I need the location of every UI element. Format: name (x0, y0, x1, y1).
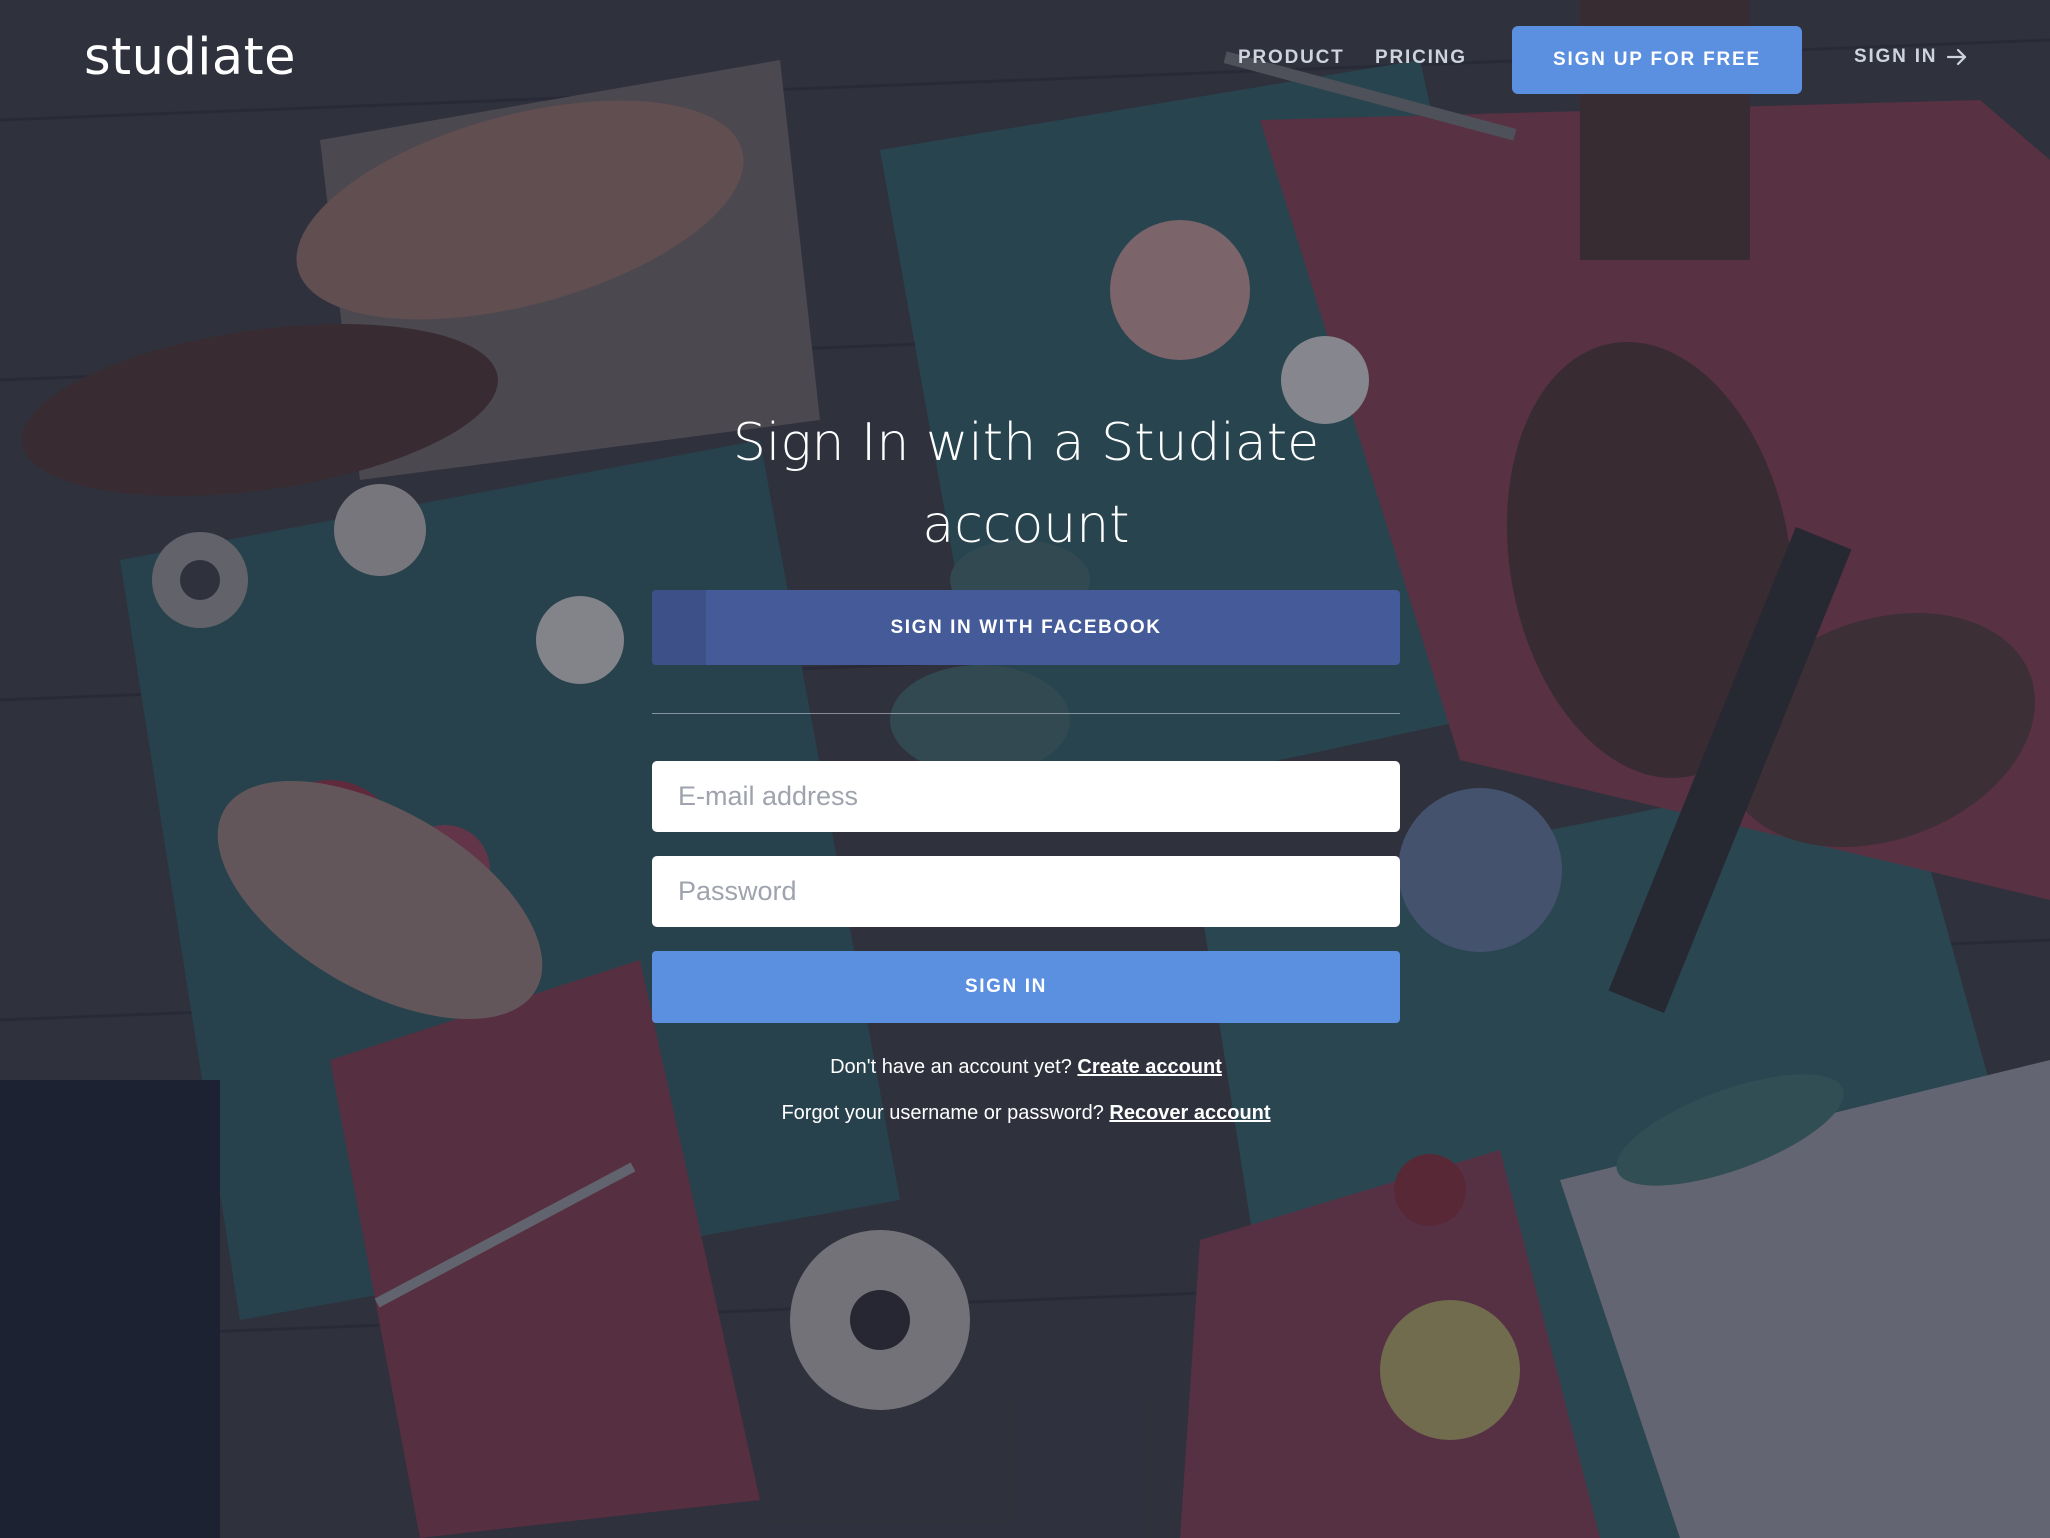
signup-button-label: SIGN UP FOR FREE (1553, 49, 1761, 70)
create-account-row: Don't have an account yet? Create accoun… (652, 1056, 1400, 1079)
forgot-text: Forgot your username or password? (781, 1102, 1104, 1124)
signin-button[interactable]: SIGN IN (652, 951, 1400, 1023)
recover-account-link[interactable]: Recover account (1109, 1102, 1270, 1124)
no-account-text: Don't have an account yet? (830, 1056, 1072, 1078)
facebook-signin-label: SIGN IN WITH FACEBOOK (890, 616, 1162, 638)
facebook-signin-button[interactable]: SIGN IN WITH FACEBOOK (652, 590, 1400, 665)
email-field[interactable] (652, 761, 1400, 832)
page-title: Sign In with a Studiate account (732, 413, 1320, 555)
password-field[interactable] (652, 856, 1400, 927)
facebook-icon (652, 590, 706, 665)
arrow-right-icon (1947, 48, 1967, 66)
recover-account-row: Forgot your username or password? Recove… (652, 1102, 1400, 1125)
studiate-logo[interactable]: studiate (84, 28, 296, 87)
signin-button-label: SIGN IN (965, 976, 1047, 997)
header-signin-link[interactable]: SIGN IN (1854, 46, 1967, 68)
site-header: studiate PRODUCT PRICING SIGN UP FOR FRE… (0, 0, 2050, 120)
create-account-link[interactable]: Create account (1077, 1056, 1222, 1078)
nav-product-link[interactable]: PRODUCT (1238, 47, 1345, 69)
divider (652, 713, 1400, 714)
nav-pricing-link[interactable]: PRICING (1375, 47, 1467, 69)
signup-button[interactable]: SIGN UP FOR FREE (1512, 26, 1802, 94)
header-signin-label: SIGN IN (1854, 46, 1938, 67)
